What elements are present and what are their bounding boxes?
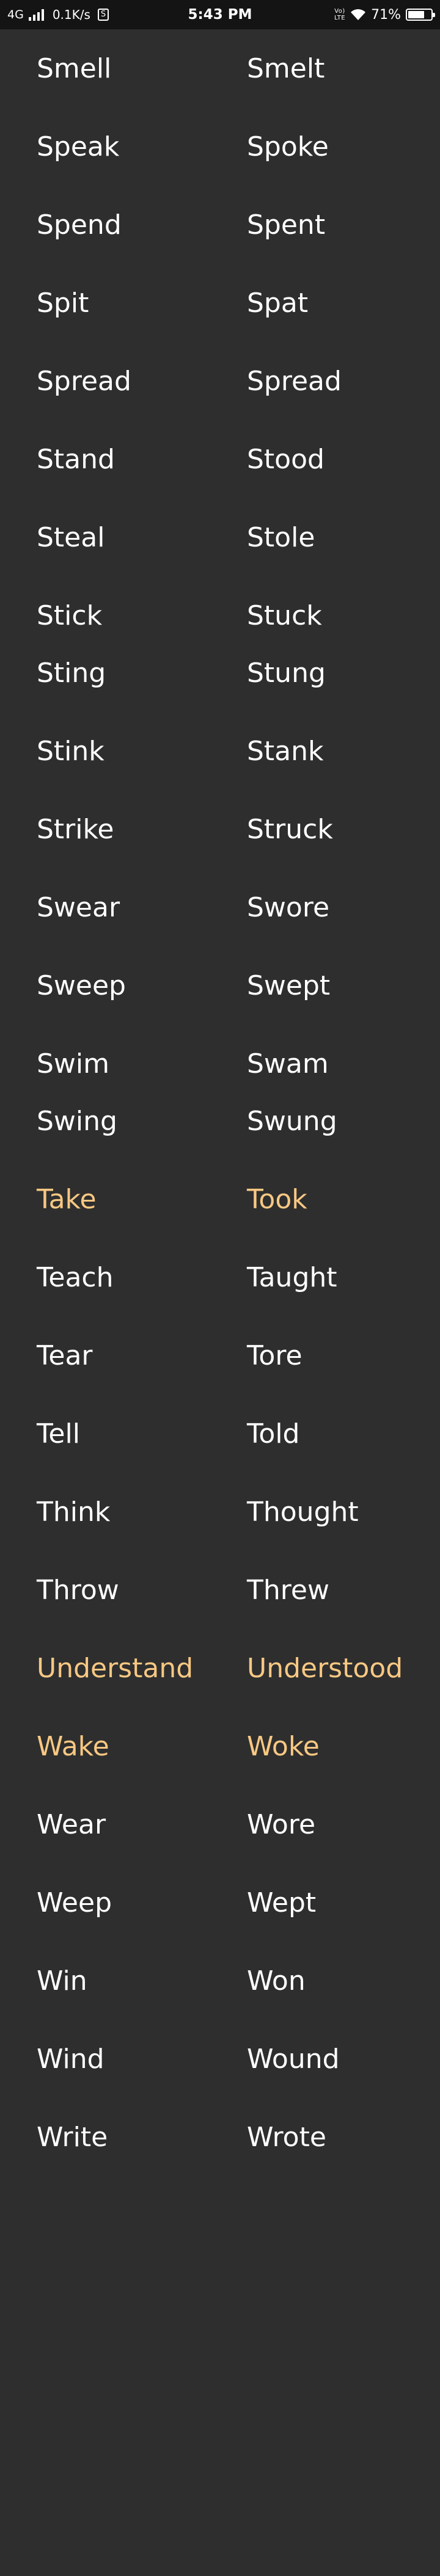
volte-icon: Vo) LTE xyxy=(334,8,345,21)
verb-row[interactable]: Steal Stole xyxy=(0,498,440,576)
verb-past-form: Woke xyxy=(247,1731,320,1762)
verb-row[interactable]: Throw Threw xyxy=(0,1551,440,1629)
verb-past-form: Wrote xyxy=(247,2122,326,2153)
verb-past-form: Stole xyxy=(247,522,315,553)
verb-row[interactable]: Win Won xyxy=(0,1942,440,2020)
verb-row[interactable]: Understand Understood xyxy=(0,1629,440,1707)
verb-row[interactable]: Think Thought xyxy=(0,1473,440,1551)
verb-row[interactable]: Tell Told xyxy=(0,1395,440,1473)
volte-top-text: Vo) xyxy=(334,8,345,15)
verb-row[interactable]: Swing Swung xyxy=(0,1082,440,1160)
verb-row[interactable]: Wind Wound xyxy=(0,2020,440,2098)
verb-past-form: Tore xyxy=(247,1340,302,1371)
verb-past-form: Stuck xyxy=(247,600,322,631)
battery-percent: 71% xyxy=(371,7,401,23)
verb-past-form: Taught xyxy=(247,1262,337,1293)
verb-base-form: Weep xyxy=(37,1887,112,1918)
verb-row[interactable]: Teach Taught xyxy=(0,1238,440,1316)
verb-row[interactable]: Speak Spoke xyxy=(0,107,440,186)
verb-past-form: Won xyxy=(247,1965,306,1997)
verb-base-form: Stick xyxy=(37,600,103,631)
verb-past-form: Spat xyxy=(247,288,309,319)
verb-base-form: Spend xyxy=(37,209,122,241)
verb-past-form: Took xyxy=(247,1184,307,1215)
verb-base-form: Swear xyxy=(37,892,120,923)
battery-fill xyxy=(408,11,424,18)
verb-base-form: Smell xyxy=(37,53,112,84)
verb-base-form: Sweep xyxy=(37,970,126,1001)
verb-past-form: Wore xyxy=(247,1809,316,1840)
verb-past-form: Struck xyxy=(247,814,333,845)
verb-row[interactable]: Swear Swore xyxy=(0,868,440,946)
verb-base-form: Spread xyxy=(37,366,131,397)
verb-row[interactable]: Wake Woke xyxy=(0,1707,440,1785)
verb-row[interactable]: Write Wrote xyxy=(0,2098,440,2176)
battery-icon xyxy=(406,9,435,21)
verb-base-form: Spit xyxy=(37,288,89,319)
verb-past-form: Told xyxy=(247,1418,300,1449)
verb-base-form: Swing xyxy=(37,1106,117,1137)
verb-row[interactable]: Sweep Swept xyxy=(0,946,440,1025)
verb-base-form: Understand xyxy=(37,1653,194,1684)
verb-base-form: Wake xyxy=(37,1731,109,1762)
verb-row[interactable]: Tear Tore xyxy=(0,1316,440,1395)
verb-base-form: Swim xyxy=(37,1048,110,1079)
volte-bottom-text: LTE xyxy=(334,15,346,21)
verb-base-form: Win xyxy=(37,1965,87,1997)
verb-base-form: Tear xyxy=(37,1340,93,1371)
verb-past-form: Smelt xyxy=(247,53,325,84)
verb-base-form: Speak xyxy=(37,131,120,162)
verb-base-form: Throw xyxy=(37,1575,119,1606)
verb-past-form: Wept xyxy=(247,1887,317,1918)
verb-past-form: Understood xyxy=(247,1653,403,1684)
verb-base-form: Stand xyxy=(37,444,115,475)
verb-base-form: Think xyxy=(37,1497,111,1528)
verb-past-form: Swore xyxy=(247,892,330,923)
verb-list[interactable]: Smell Smelt Speak Spoke Spend Spent Spit Spat Sp… xyxy=(0,29,440,2176)
verb-past-form: Swam xyxy=(247,1048,329,1079)
verb-past-form: Wound xyxy=(247,2044,340,2075)
verb-past-form: Thought xyxy=(247,1497,359,1528)
verb-base-form: Wind xyxy=(37,2044,105,2075)
verb-base-form: Tell xyxy=(37,1418,80,1449)
verb-base-form: Take xyxy=(37,1184,97,1215)
verb-past-form: Swung xyxy=(247,1106,337,1137)
verb-past-form: Stank xyxy=(247,736,324,767)
verb-base-form: Sting xyxy=(37,658,106,689)
verb-past-form: Threw xyxy=(247,1575,329,1606)
verb-row[interactable]: Spread Spread xyxy=(0,342,440,420)
wifi-icon xyxy=(351,9,366,20)
verb-row[interactable]: Wear Wore xyxy=(0,1785,440,1863)
status-bar-right: Vo) LTE 71% xyxy=(334,0,435,29)
verb-base-form: Stink xyxy=(37,736,105,767)
verb-past-form: Swept xyxy=(247,970,331,1001)
verb-base-form: Strike xyxy=(37,814,114,845)
verb-row[interactable]: Strike Struck xyxy=(0,790,440,868)
verb-row[interactable]: Spit Spat xyxy=(0,264,440,342)
verb-row[interactable]: Smell Smelt xyxy=(0,29,440,107)
verb-past-form: Spoke xyxy=(247,131,329,162)
verb-past-form: Stung xyxy=(247,658,326,689)
verb-row[interactable]: Swim Swam xyxy=(0,1025,440,1082)
verb-row[interactable]: Stand Stood xyxy=(0,420,440,498)
verb-past-form: Spread xyxy=(247,366,342,397)
verb-base-form: Teach xyxy=(37,1262,114,1293)
verb-row[interactable]: Sting Stung xyxy=(0,634,440,712)
verb-row[interactable]: Stink Stank xyxy=(0,712,440,790)
verb-base-form: Steal xyxy=(37,522,105,553)
verb-row[interactable]: Take Took xyxy=(0,1160,440,1238)
verb-row[interactable]: Stick Stuck xyxy=(0,576,440,634)
verb-base-form: Wear xyxy=(37,1809,106,1840)
verb-base-form: Write xyxy=(37,2122,108,2153)
verb-past-form: Spent xyxy=(247,209,326,241)
verb-row[interactable]: Spend Spent xyxy=(0,186,440,264)
verb-row[interactable]: Weep Wept xyxy=(0,1863,440,1942)
verb-past-form: Stood xyxy=(247,444,324,475)
status-bar: 4G 0.1K/s S 5:43 PM Vo) LTE 71% xyxy=(0,0,440,29)
